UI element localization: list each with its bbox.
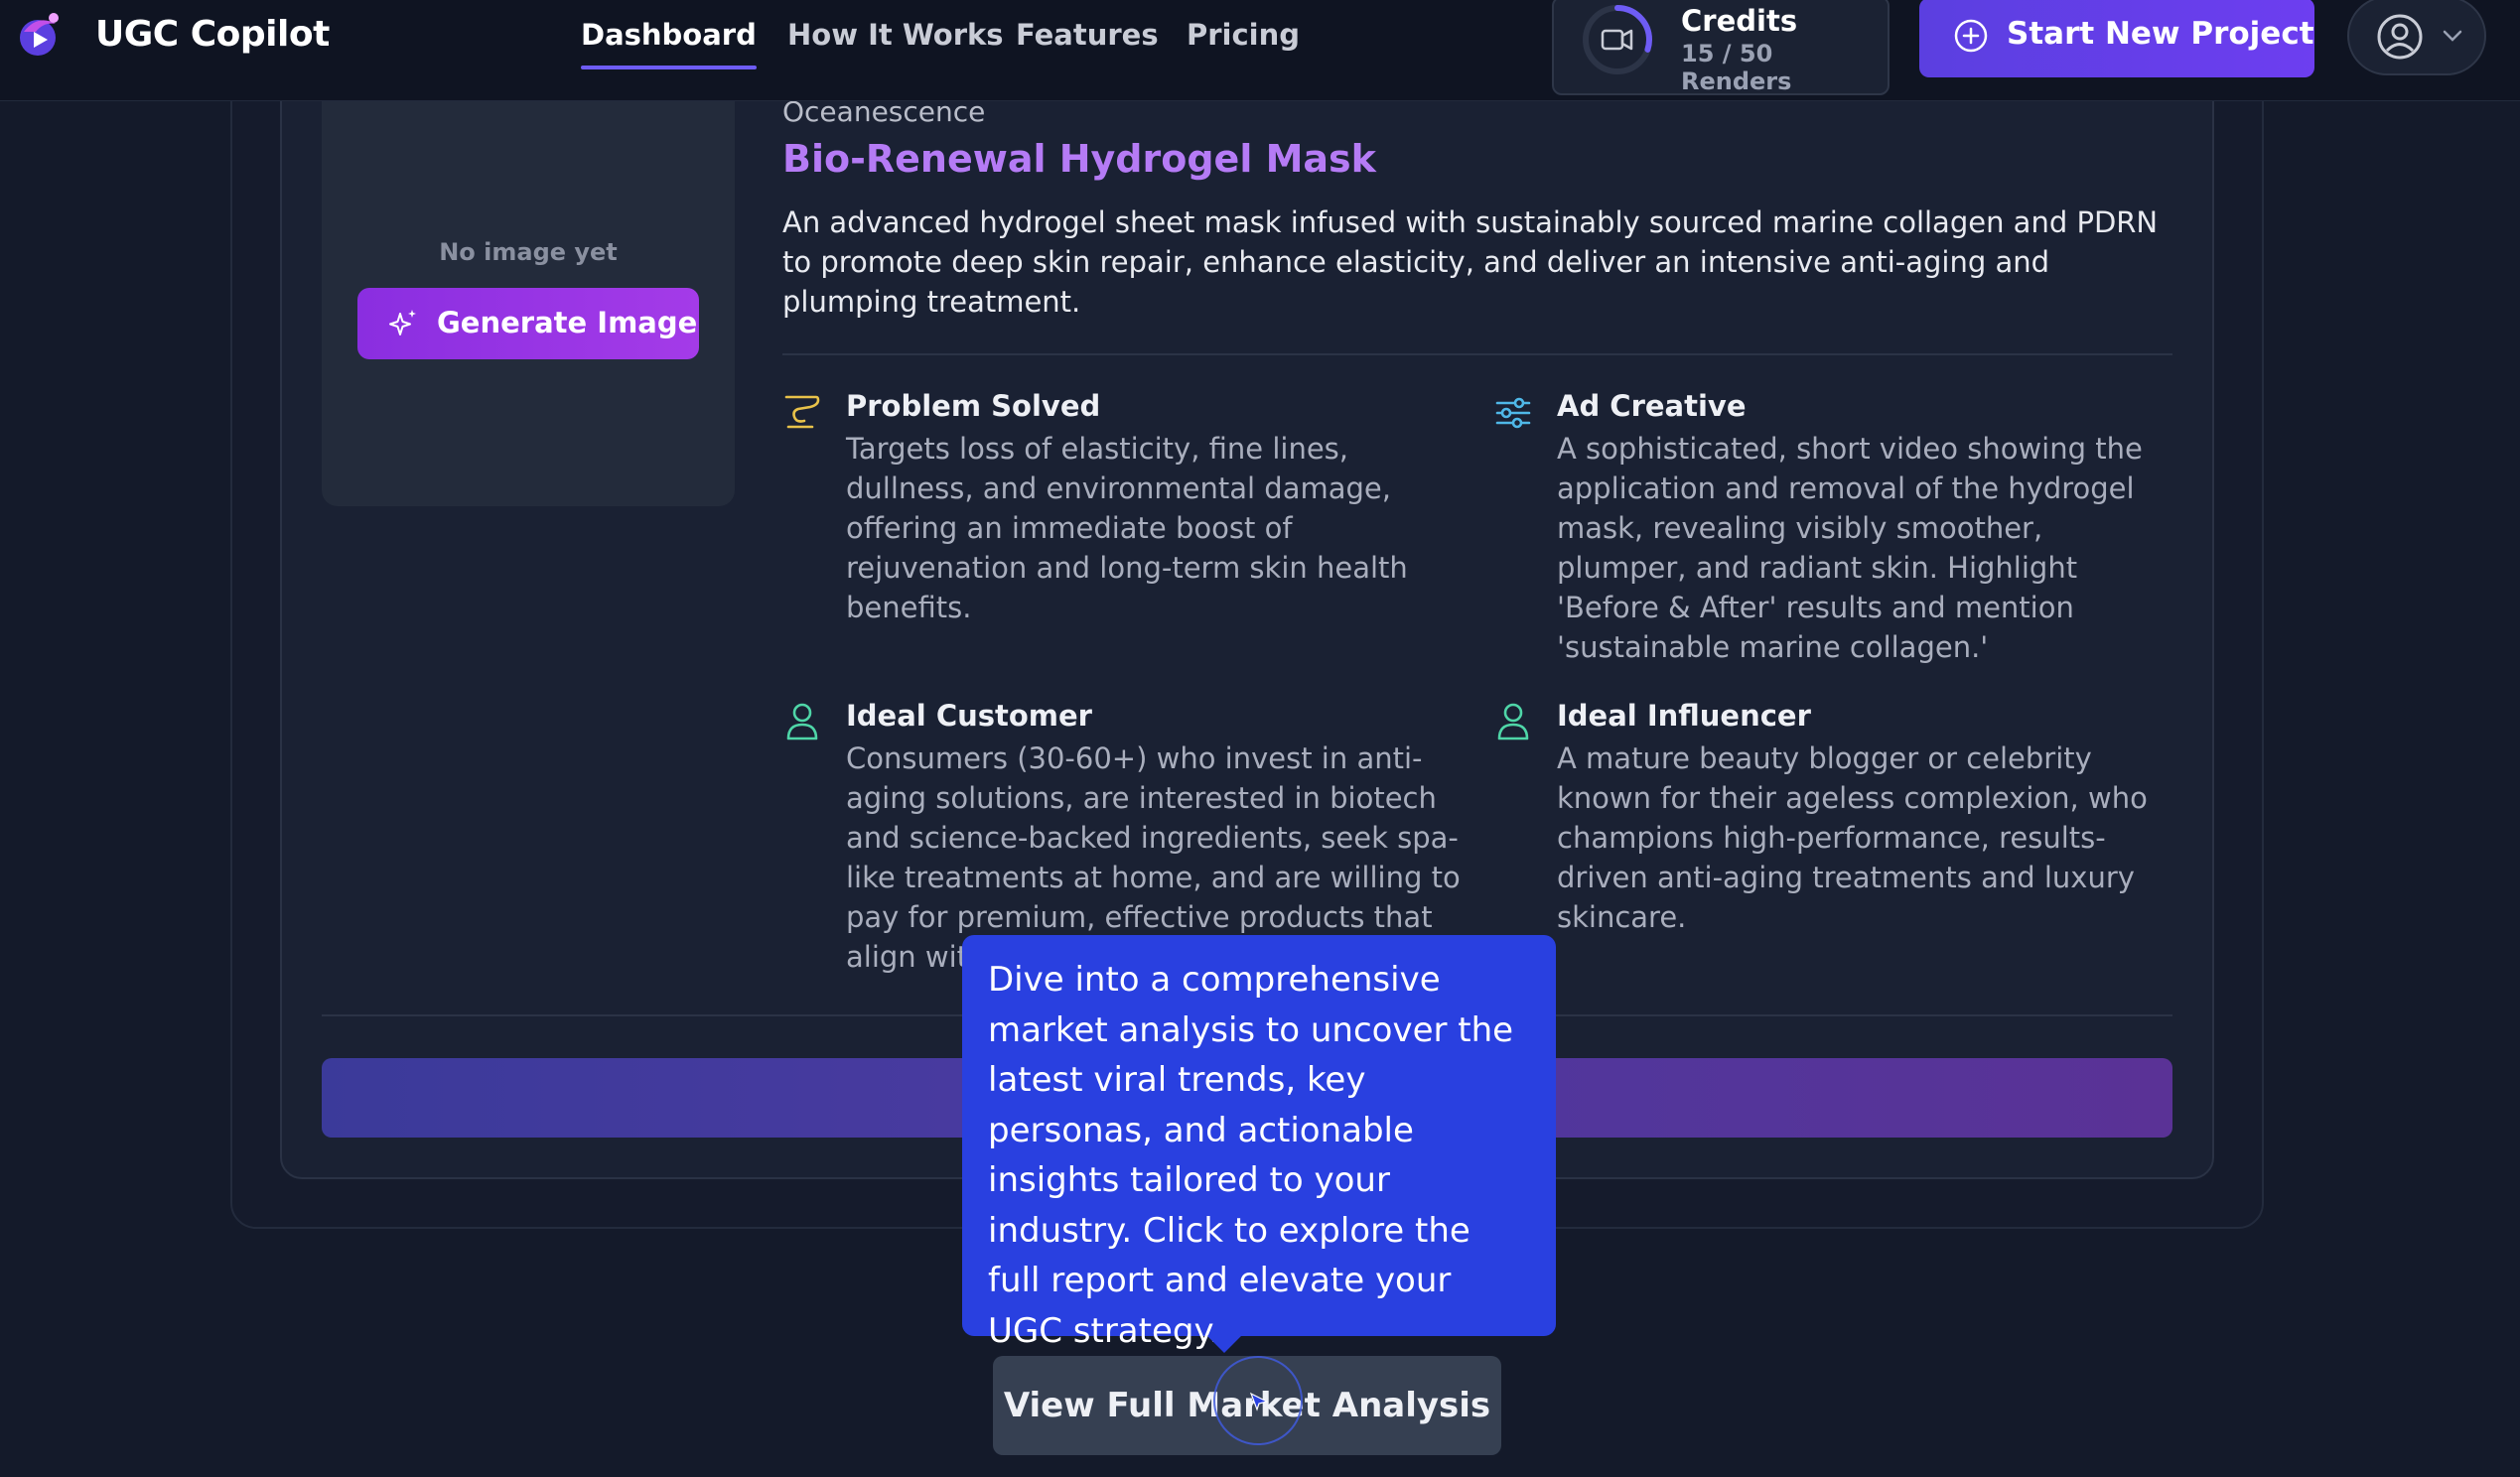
pill-icon bbox=[784, 395, 820, 429]
feature-heading: Problem Solved bbox=[846, 389, 1101, 423]
product-image-placeholder: No image yet Generate Image bbox=[322, 69, 735, 506]
feature-ideal-influencer: Ideal Influencer A mature beauty blogger… bbox=[1493, 699, 2148, 937]
credits-usage: 15 / 50 Renders bbox=[1681, 40, 1792, 95]
generate-image-button[interactable]: Generate Image bbox=[357, 288, 699, 359]
no-image-text: No image yet bbox=[439, 238, 618, 266]
user-icon bbox=[786, 703, 818, 740]
brand-name[interactable]: UGC Copilot bbox=[95, 14, 330, 55]
feature-body: A sophisticated, short video showing the… bbox=[1557, 432, 2143, 664]
divider bbox=[782, 353, 2172, 355]
product-title: Bio-Renewal Hydrogel Mask bbox=[782, 137, 1376, 181]
feature-heading: Ideal Customer bbox=[846, 699, 1092, 733]
video-camera-icon bbox=[1601, 29, 1633, 51]
ugc-copilot-logo-icon[interactable] bbox=[14, 10, 66, 62]
nav-link-pricing[interactable]: Pricing bbox=[1187, 18, 1300, 52]
credits-title: Credits bbox=[1681, 4, 1798, 38]
feature-heading: Ad Creative bbox=[1557, 389, 1747, 423]
start-new-project-label: Start New Project bbox=[2007, 16, 2314, 52]
plus-circle-icon bbox=[1954, 19, 1988, 53]
feature-ad-creative: Ad Creative A sophisticated, short video… bbox=[1493, 389, 2143, 667]
credits-widget[interactable]: Credits 15 / 50 Renders bbox=[1552, 0, 1890, 95]
tooltip-text: Dive into a comprehensive market analysi… bbox=[988, 960, 1514, 1351]
feature-heading: Ideal Influencer bbox=[1557, 699, 1811, 733]
nav-link-features[interactable]: Features bbox=[1016, 18, 1159, 52]
start-new-project-button[interactable]: Start New Project bbox=[1919, 0, 2314, 77]
top-navbar: UGC Copilot Dashboard How It Works Featu… bbox=[0, 0, 2520, 101]
user-icon bbox=[1497, 703, 1529, 740]
nav-link-dashboard[interactable]: Dashboard bbox=[581, 18, 757, 69]
generate-image-label: Generate Image bbox=[437, 306, 698, 339]
market-analysis-tooltip: Dive into a comprehensive market analysi… bbox=[962, 935, 1556, 1353]
feature-body: Targets loss of elasticity, fine lines, … bbox=[846, 432, 1408, 624]
feature-body: A mature beauty blogger or celebrity kno… bbox=[1557, 741, 2148, 934]
nav-link-how-it-works[interactable]: How It Works bbox=[787, 18, 1004, 52]
sparkles-icon bbox=[389, 310, 416, 336]
credits-progress-ring bbox=[1583, 5, 1652, 74]
feature-problem-solved: Problem Solved Targets loss of elasticit… bbox=[782, 389, 1408, 624]
chevron-down-icon bbox=[2443, 30, 2462, 42]
cursor-pointer-icon bbox=[1249, 1392, 1269, 1411]
user-avatar-icon bbox=[2377, 14, 2423, 60]
user-menu-button[interactable] bbox=[2347, 0, 2486, 75]
product-description: An advanced hydrogel sheet mask infused … bbox=[782, 205, 2159, 319]
sliders-icon bbox=[1495, 397, 1531, 429]
